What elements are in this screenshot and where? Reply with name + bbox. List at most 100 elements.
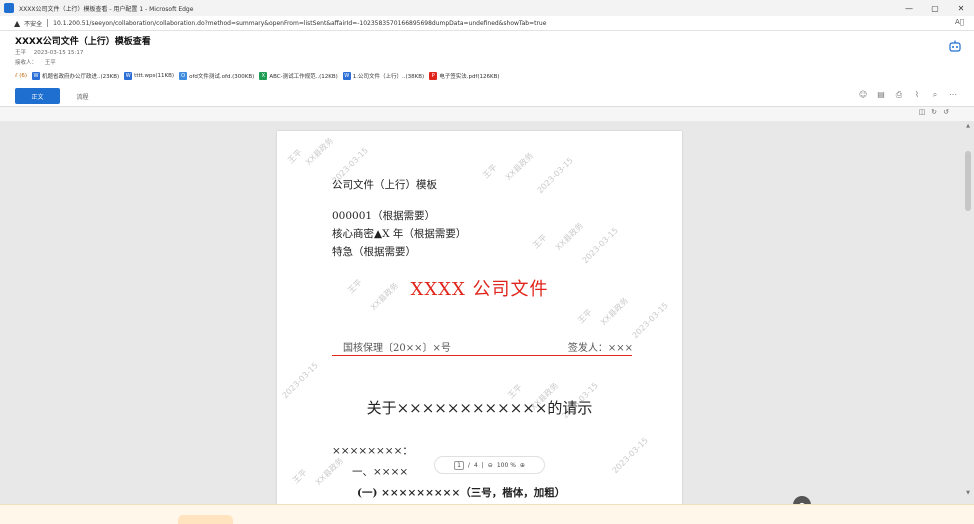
attachment-name: 电子签实法.pdf(126KB) — [439, 74, 500, 80]
author-name: 王平 — [15, 50, 27, 56]
scrollbar-thumb[interactable] — [965, 151, 971, 211]
insecure-label[interactable]: 不安全 — [24, 19, 42, 28]
salutation: ××××××××： — [332, 445, 413, 457]
excel-file-icon: X — [259, 72, 268, 80]
attachment-name: 机题省政府办公厅政进..(23KB) — [42, 74, 120, 80]
watermark: XX县政务 — [313, 455, 346, 488]
search-icon[interactable]: ⌕ — [926, 90, 944, 100]
subsection-heading: (一) ×××××××××（三号，楷体，加粗） — [357, 487, 566, 499]
word-file-icon: W — [124, 72, 133, 80]
watermark: XX县政务 — [503, 150, 536, 183]
red-divider — [332, 355, 632, 356]
attachment-list: ⫽ (6) W 机题省政府办公厅政进..(23KB) W tttt.wps(11… — [15, 72, 505, 80]
split-view-icon[interactable]: ◫ — [916, 108, 928, 116]
recipient-name[interactable]: 王平 — [45, 60, 56, 66]
watermark: 王平 — [286, 147, 304, 166]
watermark: 2023-03-15 — [535, 155, 575, 196]
ofd-file-icon: O — [179, 72, 188, 80]
close-button[interactable]: ✕ — [948, 0, 974, 16]
viewer-toolbar: ◫ ↻ ↺ — [0, 107, 974, 121]
attachment-name: ABC-测试工作规范..(12KB) — [269, 74, 338, 80]
watermark: 2023-03-15 — [630, 300, 670, 341]
secrecy-level: 核心商密▲X 年（根据需要） — [332, 228, 467, 240]
page-separator: / — [467, 461, 470, 469]
attachment-icon[interactable]: ⌇ — [908, 90, 926, 100]
watermark: XX县政务 — [303, 135, 336, 168]
watermark: 王平 — [291, 467, 309, 486]
read-aloud-icon[interactable]: A᳘ — [955, 18, 964, 26]
bottom-chip[interactable] — [178, 515, 233, 524]
vertical-scrollbar[interactable]: ▲ ▼ — [964, 123, 972, 498]
current-page-input[interactable]: 1 — [454, 460, 464, 470]
attachment-item[interactable]: W 1.公司文件（上行）..(38KB) — [342, 72, 425, 80]
watermark: 2023-03-15 — [280, 360, 320, 401]
section-heading: 一、×××× — [352, 466, 409, 478]
pdf-file-icon: P — [429, 72, 438, 80]
serial-number: 000001（根据需要） — [332, 210, 436, 222]
watermark: 王平 — [531, 232, 549, 251]
attachment-item[interactable]: X ABC-测试工作规范..(12KB) — [259, 72, 338, 80]
document-meta: 王平 2023-03-15 15:17 — [15, 48, 89, 56]
nav-divider: | — [481, 461, 484, 469]
document-icon[interactable]: ▤ — [872, 90, 890, 100]
address-separator — [47, 19, 49, 27]
document-viewer[interactable]: ◫ ↻ ↺ 王平 XX县政务 2023-03-15 王平 XX县政务 2023-… — [0, 106, 974, 511]
tab-workflow[interactable]: 流程 — [60, 88, 105, 104]
attachment-name: 1.公司文件（上行）..(38KB) — [352, 74, 425, 80]
minimize-button[interactable]: — — [896, 0, 922, 16]
watermark: 2023-03-15 — [610, 435, 650, 476]
total-pages: 4 — [473, 461, 478, 469]
zoom-out-icon[interactable]: ⊖ — [488, 462, 493, 469]
page-navigation: 1 / 4 | ⊖ 100 % ⊕ — [434, 456, 545, 474]
maximize-button[interactable]: ▢ — [922, 0, 948, 16]
attachment-item[interactable]: W 机题省政府办公厅政进..(23KB) — [32, 72, 119, 80]
header-toolbar: ☺ ▤ ⎙ ⌇ ⌕ ⋯ — [854, 90, 962, 100]
document-subject: 关于××××××××××××的请示 — [366, 399, 593, 417]
paperclip-icon: ⫽ — [15, 72, 18, 79]
urgency-level: 特急（根据需要） — [332, 246, 416, 258]
document-page: 王平 XX县政务 2023-03-15 王平 XX县政务 2023-03-15 … — [277, 131, 682, 511]
more-icon[interactable]: ⋯ — [944, 90, 962, 100]
watermark: 王平 — [576, 307, 594, 326]
attachment-item[interactable]: P 电子签实法.pdf(126KB) — [429, 72, 500, 80]
attachment-count[interactable]: ⫽ (6) — [15, 73, 27, 80]
url-text[interactable]: 10.1.200.51/seeyon/collaboration/collabo… — [53, 20, 546, 27]
warning-icon[interactable]: ▲ — [14, 19, 20, 28]
created-timestamp: 2023-03-15 15:17 — [33, 50, 84, 56]
template-title: 公司文件（上行）模板 — [332, 179, 437, 191]
view-tabs: 正文 流程 — [15, 88, 105, 104]
red-header-title: XXXX 公司文件 — [410, 279, 549, 300]
bottom-strip — [0, 504, 974, 524]
rotate-ccw-icon[interactable]: ↺ — [940, 108, 952, 116]
recipient-line: 接收人： 王平 — [15, 58, 62, 66]
print-icon[interactable]: ⎙ — [890, 90, 908, 100]
word-file-icon: W — [342, 72, 351, 80]
assistant-robot-icon[interactable] — [948, 39, 962, 53]
document-header: XXXX公司文件（上行）模板查看 王平 2023-03-15 15:17 接收人… — [0, 31, 974, 106]
attachment-name: tttt.wps(11KB) — [134, 73, 175, 79]
tab-body-text[interactable]: 正文 — [15, 88, 60, 104]
viewer-toolbar-icons: ◫ ↻ ↺ — [916, 108, 952, 116]
watermark: 2023-03-15 — [580, 225, 620, 266]
signer: 签发人：××× — [567, 343, 633, 354]
attachment-item[interactable]: W tttt.wps(11KB) — [124, 72, 174, 80]
watermark: XX县政务 — [553, 220, 586, 253]
attachment-name: ofd文件测试.ofd.(300KB) — [189, 74, 255, 80]
window-title: XXXX公司文件（上行）模板查看 - 用户配置 1 - Microsoft Ed… — [19, 5, 194, 13]
watermark: 王平 — [481, 162, 499, 181]
document-number-row: 国核保理〔20××〕×号 签发人：××× — [343, 339, 633, 354]
window-controls: — ▢ ✕ — [896, 0, 974, 16]
document-number: 国核保理〔20××〕×号 — [343, 343, 451, 354]
zoom-in-icon[interactable]: ⊕ — [520, 462, 525, 469]
app-icon — [4, 3, 14, 13]
page-title: XXXX公司文件（上行）模板查看 — [15, 37, 151, 47]
scroll-up-icon[interactable]: ▲ — [964, 123, 972, 131]
window-titlebar: XXXX公司文件（上行）模板查看 - 用户配置 1 - Microsoft Ed… — [0, 0, 974, 16]
rotate-cw-icon[interactable]: ↻ — [928, 108, 940, 116]
attachment-item[interactable]: O ofd文件测试.ofd.(300KB) — [179, 72, 254, 80]
address-bar[interactable]: ▲ 不安全 10.1.200.51/seeyon/collaboration/c… — [0, 16, 974, 31]
zoom-level: 100 % — [496, 461, 516, 469]
scroll-down-icon[interactable]: ▼ — [964, 490, 972, 498]
opinion-icon[interactable]: ☺ — [854, 90, 872, 100]
word-file-icon: W — [32, 72, 40, 80]
